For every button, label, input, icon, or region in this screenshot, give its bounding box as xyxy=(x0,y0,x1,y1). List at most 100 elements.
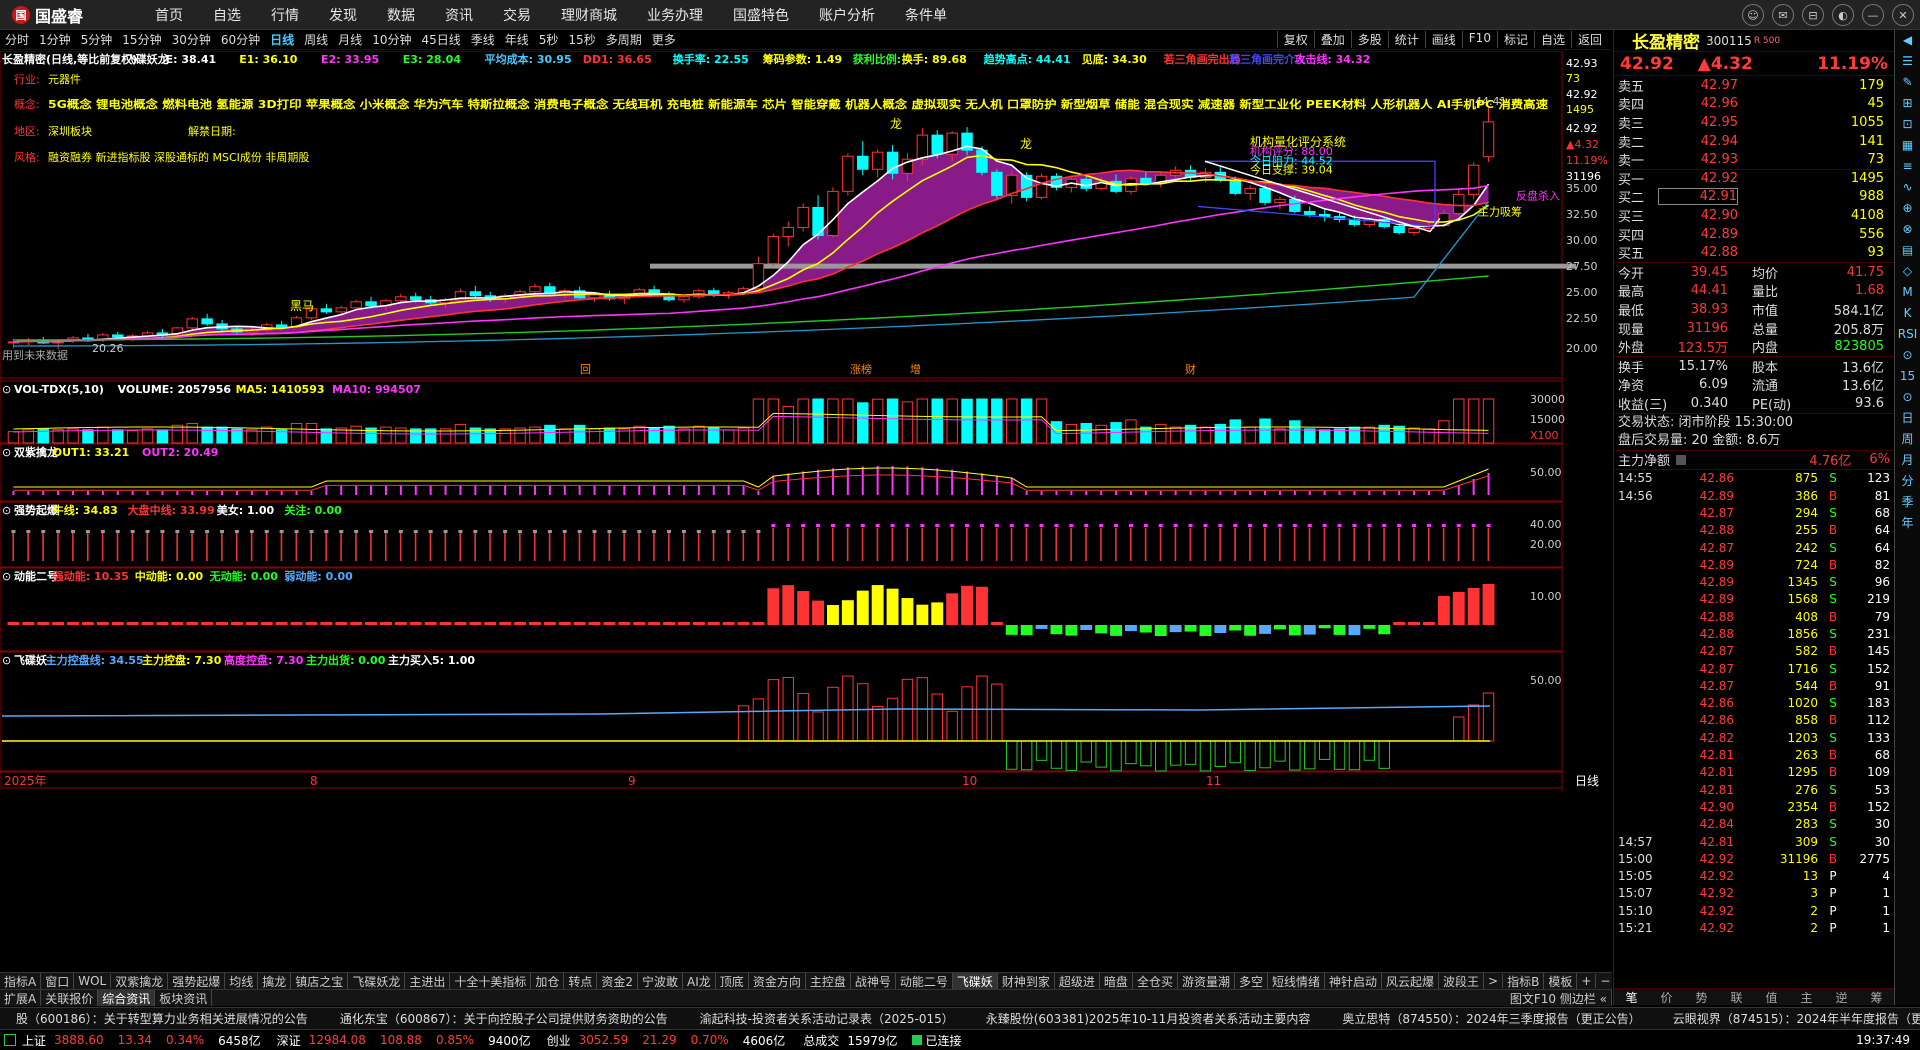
quote-tab[interactable]: 联 xyxy=(1719,989,1754,1005)
indicator-tab[interactable]: 宁波敢 xyxy=(638,973,684,989)
indicator-tab[interactable]: 资金方向 xyxy=(749,973,806,989)
indicator-tab[interactable]: 主进出 xyxy=(405,973,451,989)
chart-area[interactable]: 2025年 8 9 10 11 日线 机构量化评分系统 机构评分: 88.00 今日阻力: 44… xyxy=(0,50,1612,954)
indicator-tab[interactable]: 加仓 xyxy=(531,973,565,989)
app-logo[interactable]: 国国盛睿 xyxy=(0,3,140,27)
quote-tab[interactable]: 筹 xyxy=(1859,989,1894,1005)
indicator-tab[interactable]: + xyxy=(1577,974,1597,988)
side-tool-icon[interactable]: M xyxy=(1895,282,1920,303)
indicator-tab[interactable]: 转点 xyxy=(564,973,598,989)
indicator-tab[interactable]: 全仓买 xyxy=(1133,973,1178,989)
indicator-tab[interactable]: 飞碟妖龙 xyxy=(348,973,406,989)
indicator-tab[interactable]: 战神号 xyxy=(851,973,896,989)
quote-tab[interactable]: 势 xyxy=(1684,989,1719,1005)
side-tool-icon[interactable]: ⊕ xyxy=(1895,198,1920,219)
indicator-tab[interactable]: 均线 xyxy=(225,973,259,989)
period-tab[interactable]: 30分钟 xyxy=(167,31,216,48)
stock-name[interactable]: 长盈精密 xyxy=(1632,28,1700,53)
news-item[interactable]: 通化东宝（600867）：关于向控股子公司提供财务资助的公告 xyxy=(324,1010,684,1027)
indicator-tab[interactable]: 动能二号 xyxy=(896,973,953,989)
tick-list[interactable]: 14:55 42.86 875 S 123 14:56 42.89 386 B 81 42.87 29… xyxy=(1614,470,1894,937)
side-tool-icon[interactable]: ⊙ xyxy=(1895,387,1920,408)
extension-tab[interactable]: 综合资讯 xyxy=(98,990,156,1006)
indicator-tab[interactable]: 资金2 xyxy=(597,973,639,989)
period-tab[interactable]: 更多 xyxy=(647,31,681,48)
indicator-tab[interactable]: 暗盘 xyxy=(1100,973,1133,989)
toolbar-button[interactable]: 多股 xyxy=(1350,31,1388,48)
quote-tab[interactable]: 价 xyxy=(1649,989,1684,1005)
sh-label[interactable]: 上证 xyxy=(22,1032,46,1049)
side-tool-icon[interactable]: ∿ xyxy=(1895,177,1920,198)
period-tab[interactable]: 多周期 xyxy=(601,31,647,48)
toolbar-button[interactable]: 返回 xyxy=(1570,31,1608,48)
indicator-tab[interactable]: 风云起爆 xyxy=(1382,973,1440,989)
indicator-tab[interactable]: WOL xyxy=(74,974,112,988)
period-tab[interactable]: 分时 xyxy=(0,31,34,48)
menu-item[interactable]: 行情 xyxy=(256,5,314,25)
menu-item[interactable]: 首页 xyxy=(140,5,198,25)
orderbook-row[interactable]: 卖三 42.95 1055 xyxy=(1618,113,1890,132)
orderbook-row[interactable]: 卖四 42.96 45 xyxy=(1618,95,1890,113)
toolbar-button[interactable]: 叠加 xyxy=(1313,31,1351,48)
indicator-tab[interactable]: 游资量潮 xyxy=(1178,973,1235,989)
orderbook-row[interactable]: 买四 42.89 556 xyxy=(1618,225,1890,244)
indicator-tab[interactable]: 超级进 xyxy=(1055,973,1100,989)
side-tool-icon[interactable]: 周 xyxy=(1895,429,1920,450)
orderbook-row[interactable]: 卖一 42.93 73 xyxy=(1618,150,1890,169)
period-tab[interactable]: 10分钟 xyxy=(367,31,416,48)
indicator-tab[interactable]: 飞碟妖 xyxy=(952,973,998,989)
indicator-tab[interactable]: 神针启动 xyxy=(1325,973,1383,989)
indicator-tab[interactable]: 指标B xyxy=(1503,973,1545,989)
news-item[interactable]: 渝起科技-投资者关系活动记录表（2025-015） xyxy=(684,1010,970,1027)
menu-item[interactable]: 国盛特色 xyxy=(718,5,804,25)
orderbook-row[interactable]: 卖二 42.94 141 xyxy=(1618,132,1890,151)
extension-tab[interactable]: 关联报价 xyxy=(41,990,99,1006)
side-tool-icon[interactable]: K xyxy=(1895,303,1920,324)
indicator-tab[interactable]: 模板 xyxy=(1544,973,1578,989)
window-control-icon[interactable]: — xyxy=(1862,4,1884,26)
side-tool-icon[interactable]: ◀ xyxy=(1895,30,1920,51)
quote-tab[interactable]: 主 xyxy=(1789,989,1824,1005)
side-tool-icon[interactable]: 季 xyxy=(1895,492,1920,513)
menu-item[interactable]: 业务办理 xyxy=(632,5,718,25)
menu-item[interactable]: 交易 xyxy=(488,5,546,25)
quote-tab[interactable]: 值 xyxy=(1754,989,1789,1005)
toolbar-button[interactable]: 标记 xyxy=(1496,31,1534,48)
menu-item[interactable]: 条件单 xyxy=(890,5,962,25)
indicator-tab[interactable]: 擒龙 xyxy=(258,973,292,989)
news-item[interactable]: 永臻股份(603381)2025年10-11月投资者关系活动主要内容 xyxy=(970,1010,1327,1027)
indicator-tab[interactable]: 指标A xyxy=(0,973,42,989)
side-tool-icon[interactable]: ⊗ xyxy=(1895,219,1920,240)
kline-chart-svg[interactable]: 2025年 8 9 10 11 日线机构量化评分系统机构评分: 88.00今日阻力: 44… xyxy=(0,50,1612,954)
indicator-tab[interactable]: 波段王 xyxy=(1439,973,1485,989)
orderbook-row[interactable]: 买一 42.92 1495 xyxy=(1618,168,1890,188)
connection-status[interactable]: 已连接 xyxy=(926,1032,962,1049)
toolbar-button[interactable]: 画线 xyxy=(1424,31,1462,48)
news-item[interactable]: 云眼视界（874515）：2024年半年度报告（更 xyxy=(1657,1010,1920,1027)
side-tool-icon[interactable]: ▦ xyxy=(1895,135,1920,156)
period-tab[interactable]: 60分钟 xyxy=(216,31,265,48)
window-control-icon[interactable]: ☺ xyxy=(1742,4,1764,26)
menu-item[interactable]: 发现 xyxy=(314,5,372,25)
indicator-tab[interactable]: 强势起爆 xyxy=(168,973,226,989)
extension-tab[interactable]: 板块资讯 xyxy=(155,990,213,1006)
orderbook-row[interactable]: 买三 42.90 4108 xyxy=(1618,206,1890,225)
period-tab[interactable]: 15秒 xyxy=(563,31,600,48)
quote-tab[interactable]: 逆 xyxy=(1824,989,1859,1005)
indicator-tab[interactable]: 顶底 xyxy=(716,973,749,989)
side-tool-icon[interactable]: ≡ xyxy=(1895,156,1920,177)
toolbar-button[interactable]: 复权 xyxy=(1276,31,1314,48)
indicator-tab[interactable]: 双紫擒龙 xyxy=(111,973,169,989)
menu-item[interactable]: 自选 xyxy=(198,5,256,25)
indicator-tab[interactable]: 窗口 xyxy=(41,973,75,989)
indicator-tab[interactable]: 十全十美指标 xyxy=(450,973,532,989)
extension-tab[interactable]: 扩展A xyxy=(0,990,42,1006)
main-net-label[interactable]: 主力净额 xyxy=(1618,450,1670,469)
f10-sidebar-toggle[interactable]: 图文F10 侧边栏 « xyxy=(1506,990,1612,1006)
indicator-tab[interactable]: 短线情绪 xyxy=(1268,973,1325,989)
toolbar-button[interactable]: 自选 xyxy=(1533,31,1571,48)
menu-item[interactable]: 理财商城 xyxy=(546,5,632,25)
side-tool-icon[interactable]: ☰ xyxy=(1895,51,1920,72)
indicator-tab[interactable]: 多空 xyxy=(1235,973,1268,989)
side-tool-icon[interactable]: 月 xyxy=(1895,450,1920,471)
